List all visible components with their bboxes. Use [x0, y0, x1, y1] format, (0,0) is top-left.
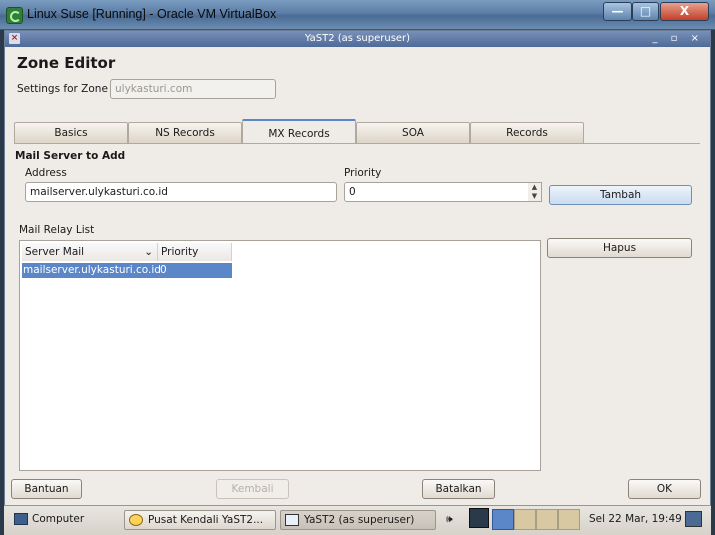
delete-button[interactable]: Hapus [547, 238, 692, 258]
workspace-4[interactable] [558, 509, 580, 530]
priority-label: Priority [344, 167, 382, 179]
column-header-server-mail-label: Server Mail [25, 246, 85, 258]
column-header-priority[interactable]: Priority [158, 243, 232, 261]
workspace-3[interactable] [536, 509, 558, 530]
task-label: YaST2 (as superuser) [304, 514, 415, 526]
address-label: Address [25, 167, 67, 179]
spin-up-icon[interactable]: ▲ [528, 183, 541, 192]
yast-window-title: YaST2 (as superuser) [304, 33, 411, 44]
yast-window: × YaST2 (as superuser) _ ▫ × Zone Editor… [4, 30, 711, 535]
table-row[interactable]: mailserver.ulykasturi.co.id 0 [22, 263, 232, 278]
minimize-button[interactable]: — [603, 2, 632, 21]
priority-spinner[interactable]: ▲ ▼ [528, 182, 542, 202]
virtualbox-window-title: Linux Suse [Running] - Oracle VM Virtual… [27, 7, 277, 21]
zone-name-field: ulykasturi.com [110, 79, 276, 99]
back-button: Kembali [216, 479, 289, 499]
virtualbox-icon [6, 7, 23, 24]
window-icon [285, 514, 299, 526]
ok-button[interactable]: OK [628, 479, 701, 499]
taskbar: Computer Pusat Kendali YaST2... YaST2 (a… [4, 505, 711, 535]
close-button[interactable]: X [660, 2, 709, 21]
tab-records[interactable]: Records [470, 122, 584, 143]
address-input[interactable]: mailserver.ulykasturi.co.id [25, 182, 337, 202]
column-header-server-mail[interactable]: Server Mail ⌄ [22, 243, 158, 261]
priority-input[interactable]: 0 [344, 182, 529, 202]
yast-window-controls[interactable]: _ ▫ × [652, 31, 704, 47]
help-button[interactable]: Bantuan [11, 479, 82, 499]
add-button[interactable]: Tambah [549, 185, 692, 205]
wrench-icon [129, 514, 143, 526]
volume-icon[interactable]: 🕪 [446, 510, 466, 530]
cell-server-mail: mailserver.ulykasturi.co.id [23, 264, 161, 276]
cell-priority: 0 [160, 264, 167, 276]
clock[interactable]: Sel 22 Mar, 19:49 [589, 510, 682, 530]
computer-menu-label: Computer [32, 513, 85, 525]
task-label: Pusat Kendali YaST2... [148, 514, 264, 526]
mail-relay-table[interactable]: Server Mail ⌄ Priority mailserver.ulykas… [19, 240, 541, 471]
virtualbox-titlebar: Linux Suse [Running] - Oracle VM Virtual… [0, 0, 715, 30]
tab-divider [14, 143, 700, 144]
network-monitor-icon[interactable] [469, 508, 489, 528]
mail-server-section-title: Mail Server to Add [15, 150, 126, 162]
mail-relay-list-label: Mail Relay List [19, 224, 95, 236]
tab-soa[interactable]: SOA [356, 122, 470, 143]
spin-down-icon[interactable]: ▼ [528, 192, 541, 201]
tab-basics[interactable]: Basics [14, 122, 128, 143]
workspace-2[interactable] [514, 509, 536, 530]
workspace-1[interactable] [492, 509, 514, 530]
show-desktop-icon[interactable] [685, 511, 702, 527]
tab-bar: Basics NS Records MX Records SOA Records [14, 119, 586, 143]
sort-chevron-down-icon: ⌄ [144, 246, 153, 258]
tab-mx-records[interactable]: MX Records [242, 119, 356, 143]
window-menu-icon[interactable]: × [9, 33, 20, 44]
tab-ns-records[interactable]: NS Records [128, 122, 242, 143]
taskbar-task-yast-control-center[interactable]: Pusat Kendali YaST2... [124, 510, 276, 530]
taskbar-task-yast2[interactable]: YaST2 (as superuser) [280, 510, 436, 530]
yast-titlebar: × YaST2 (as superuser) _ ▫ × [5, 31, 710, 47]
maximize-button[interactable]: □ [632, 2, 659, 21]
settings-for-zone-label: Settings for Zone [17, 83, 108, 95]
computer-icon [14, 513, 28, 525]
page-title: Zone Editor [17, 54, 116, 72]
computer-menu[interactable]: Computer [10, 510, 84, 530]
cancel-button[interactable]: Batalkan [422, 479, 495, 499]
